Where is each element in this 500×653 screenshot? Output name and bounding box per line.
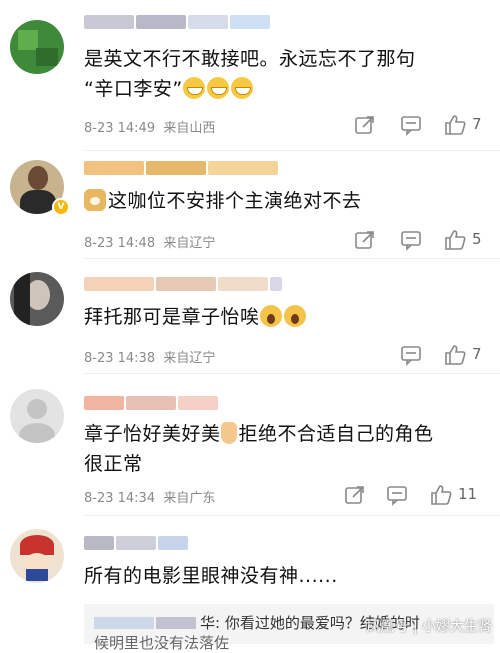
like-count: 5 xyxy=(472,230,482,248)
comment-text: 是英文不行不敢接吧。永远忘不了那句 “辛口李安” xyxy=(84,48,416,100)
scream-emoji-icon xyxy=(259,305,282,327)
comment-meta: 8-23 14:34 来自广东 xyxy=(84,491,216,506)
comment-icon[interactable] xyxy=(386,484,408,506)
comment-text: 拜托那可是章子怡唉 xyxy=(84,302,484,332)
comment-meta: 8-23 14:49 来自山西 xyxy=(84,121,216,136)
like-count: 7 xyxy=(472,345,482,363)
comment-2: V 这咖位不安排个主演绝对不去 8-23 14:48 来自辽宁 5 xyxy=(0,150,500,258)
comment-1: 是英文不行不敢接吧。永远忘不了那句 “辛口李安” 8-23 14:49 来自山西… xyxy=(0,0,500,150)
share-icon[interactable] xyxy=(354,114,376,136)
doge-emoji-icon xyxy=(84,189,106,211)
comment-actions: 7 xyxy=(330,344,500,366)
grin-emoji-icon xyxy=(206,77,229,99)
username-blurred[interactable] xyxy=(84,14,272,29)
verified-badge-icon: V xyxy=(52,198,70,216)
scream-emoji-icon xyxy=(283,305,306,327)
username-blurred[interactable] xyxy=(84,535,190,550)
username-blurred[interactable] xyxy=(84,276,284,291)
comment-text: 这咖位不安排个主演绝对不去 xyxy=(84,186,484,216)
username-blurred[interactable] xyxy=(84,160,280,175)
comment-text: 所有的电影里眼神没有神...... xyxy=(84,565,338,587)
like-count: 7 xyxy=(472,115,482,133)
comment-3: 拜托那可是章子怡唉 8-23 14:38 来自辽宁 7 xyxy=(0,258,500,373)
watermark-text: 凤凰号 | 小嫪大生肾 xyxy=(366,619,492,635)
comment-icon[interactable] xyxy=(400,114,422,136)
like-icon[interactable] xyxy=(430,484,452,506)
comment-meta: 8-23 14:48 来自辽宁 xyxy=(84,236,216,251)
thumbs-up-emoji-icon xyxy=(220,422,237,444)
comment-actions: 11 xyxy=(330,484,500,506)
like-icon[interactable] xyxy=(444,229,466,251)
grin-emoji-icon xyxy=(182,77,205,99)
username-blurred[interactable] xyxy=(84,395,220,410)
like-icon[interactable] xyxy=(444,114,466,136)
like-count: 11 xyxy=(458,485,478,503)
comment-icon[interactable] xyxy=(400,344,422,366)
comment-icon[interactable] xyxy=(400,229,422,251)
avatar[interactable] xyxy=(10,529,64,583)
avatar[interactable] xyxy=(10,272,64,326)
avatar[interactable] xyxy=(10,389,64,443)
reply-text-line2: 候明里也没有法落佐 xyxy=(94,634,230,652)
comment-actions: 5 xyxy=(330,229,500,251)
share-icon[interactable] xyxy=(354,229,376,251)
share-icon[interactable] xyxy=(344,484,366,506)
comment-4: 章子怡好美好美 拒绝不合适自己的角色 很正常 8-23 14:34 来自广东 11 xyxy=(0,373,500,515)
grin-emoji-icon xyxy=(230,77,253,99)
like-icon[interactable] xyxy=(444,344,466,366)
avatar[interactable] xyxy=(10,20,64,74)
comment-meta: 8-23 14:38 来自辽宁 xyxy=(84,351,216,366)
comment-actions: 7 xyxy=(330,114,500,136)
comment-text: 章子怡好美好美 拒绝不合适自己的角色 很正常 xyxy=(84,422,434,475)
